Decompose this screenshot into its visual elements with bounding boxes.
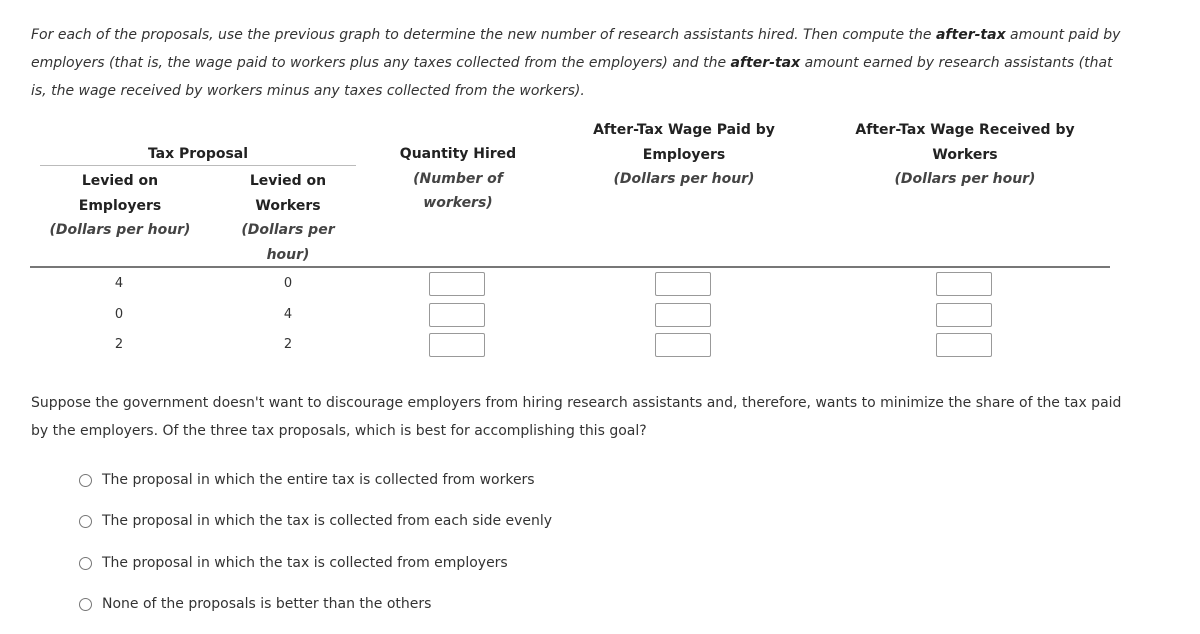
workers-tax-value: 4 [283, 307, 293, 322]
group-header-label: Tax Proposal [147, 146, 249, 162]
option-each-side-evenly[interactable]: The proposal in which the tax is collect… [79, 513, 552, 529]
workers-tax-value: 2 [283, 337, 293, 352]
instructions-emphasis: after-tax [935, 27, 1006, 43]
option-label: None of the proposals is better than the… [102, 596, 432, 612]
wage-paid-input[interactable] [655, 303, 711, 327]
option-none-better[interactable]: None of the proposals is better than the… [79, 596, 431, 612]
wage-received-input[interactable] [936, 303, 992, 327]
header-unit: (Dollars per hour) [49, 222, 191, 238]
radio-button-icon[interactable] [79, 556, 92, 570]
header-title: Quantity Hired [399, 146, 517, 162]
wage-received-input[interactable] [936, 333, 992, 357]
header-title: Levied on [81, 173, 159, 189]
radio-button-icon[interactable] [79, 597, 92, 611]
column-header-wage-paid: After-Tax Wage Paid by Employers (Dollar… [564, 118, 804, 192]
header-unit: (Dollars per hour) [894, 171, 1036, 187]
option-label: The proposal in which the tax is collect… [102, 555, 508, 571]
workers-tax-value: 0 [283, 276, 293, 291]
quantity-hired-input[interactable] [429, 303, 485, 327]
header-unit: (Dollars per hour) [613, 171, 755, 187]
group-header-divider [40, 165, 356, 166]
header-title: Workers [932, 146, 998, 163]
radio-button-icon[interactable] [79, 473, 92, 487]
quantity-hired-input[interactable] [429, 272, 485, 296]
question-text: Suppose the government doesn't want to d… [31, 395, 1122, 439]
employers-tax-value: 2 [114, 337, 124, 352]
instructions-text: For each of the proposals, use the previ… [31, 27, 936, 43]
header-title: Employers [78, 197, 162, 214]
table-header-divider [30, 266, 1110, 268]
wage-received-input[interactable] [936, 272, 992, 296]
column-header-levied-employers: Levied on Employers (Dollars per hour) [40, 169, 200, 243]
option-label: The proposal in which the tax is collect… [102, 513, 553, 529]
employers-tax-value: 0 [114, 307, 124, 322]
header-unit: (Number of [413, 170, 503, 187]
header-title: After-Tax Wage Paid by [593, 122, 775, 138]
header-title: After-Tax Wage Received by [855, 122, 1075, 138]
option-workers[interactable]: The proposal in which the entire tax is … [79, 472, 535, 488]
tax-proposal-group-header: Tax Proposal [40, 142, 356, 167]
option-label: The proposal in which the entire tax is … [102, 472, 535, 488]
header-unit: hour) [266, 246, 310, 263]
radio-button-icon[interactable] [79, 514, 92, 528]
instructions-emphasis: after-tax [730, 55, 801, 71]
employers-tax-value: 4 [114, 276, 124, 291]
header-title: Levied on [249, 173, 327, 189]
column-header-quantity-hired: Quantity Hired (Number of workers) [378, 142, 538, 216]
header-unit: (Dollars per [241, 222, 335, 238]
wage-paid-input[interactable] [655, 272, 711, 296]
option-employers[interactable]: The proposal in which the tax is collect… [79, 555, 508, 571]
header-unit: workers) [423, 195, 493, 211]
header-title: Workers [255, 197, 321, 214]
instructions-paragraph: For each of the proposals, use the previ… [31, 21, 1131, 105]
column-header-levied-workers: Levied on Workers (Dollars per hour) [228, 169, 348, 267]
wage-paid-input[interactable] [655, 333, 711, 357]
header-title: Employers [642, 146, 726, 163]
column-header-wage-received: After-Tax Wage Received by Workers (Doll… [830, 118, 1100, 192]
quantity-hired-input[interactable] [429, 333, 485, 357]
